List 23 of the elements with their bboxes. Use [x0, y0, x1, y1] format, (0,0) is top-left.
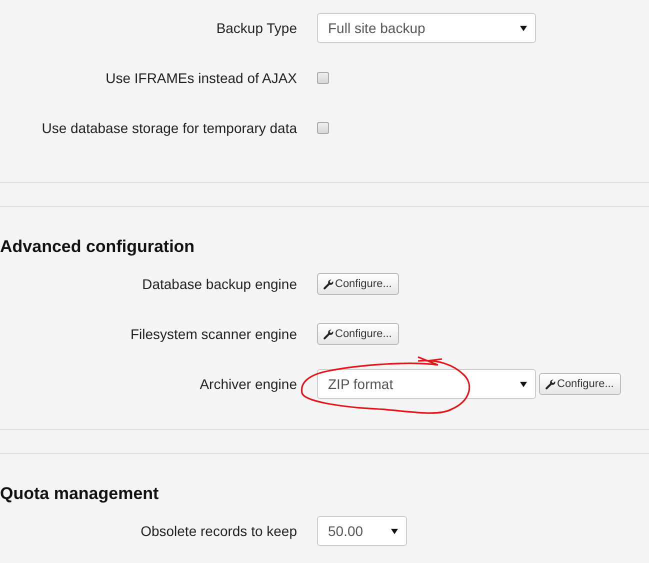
configure-button[interactable]: Configure... — [317, 323, 399, 345]
dropdown[interactable]: ZIP format — [317, 369, 536, 399]
field-label: Backup Type — [216, 18, 297, 38]
section-heading: Advanced configuration — [0, 236, 196, 258]
field-label: Obsolete records to keep — [140, 522, 297, 541]
caret-icon — [520, 380, 527, 388]
field-label: Use database storage for temporary data — [42, 118, 297, 138]
section-heading: Quota management — [0, 483, 160, 505]
dropdown[interactable]: 50.00 — [317, 516, 407, 546]
configure-button[interactable]: Configure... — [317, 273, 399, 295]
field-label: Use IFRAMEs instead of AJAX — [106, 68, 297, 88]
dropdown[interactable]: Full site backup — [317, 13, 536, 43]
field-label: Filesystem scanner engine — [130, 324, 297, 344]
wrench-icon — [323, 328, 334, 340]
caret-icon — [391, 528, 398, 534]
configure-button[interactable]: Configure... — [539, 373, 621, 395]
checkbox[interactable] — [317, 72, 329, 84]
field-label: Database backup engine — [142, 274, 297, 294]
caret-icon — [520, 24, 527, 32]
wrench-icon — [323, 278, 334, 290]
field-label: Archiver engine — [200, 374, 297, 394]
wrench-icon — [545, 378, 556, 390]
checkbox[interactable] — [317, 122, 329, 134]
